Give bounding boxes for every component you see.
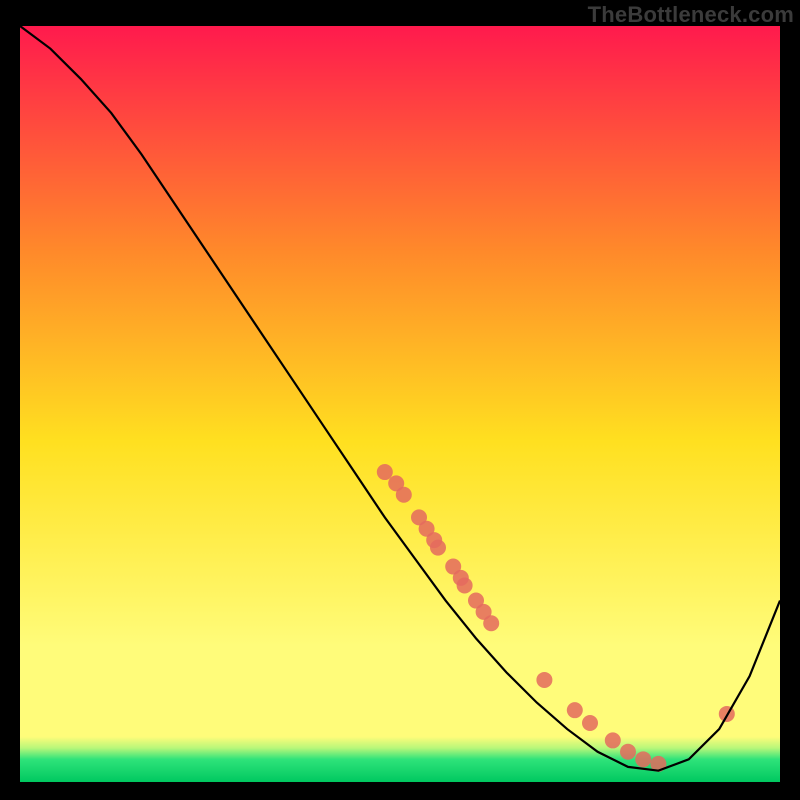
scatter-point (605, 732, 621, 748)
scatter-point (536, 672, 552, 688)
scatter-point (483, 615, 499, 631)
gradient-background (20, 26, 780, 782)
scatter-point (567, 702, 583, 718)
scatter-point (635, 751, 651, 767)
chart-svg (20, 26, 780, 782)
scatter-point (430, 540, 446, 556)
watermark-text: TheBottleneck.com (588, 2, 794, 28)
scatter-point (620, 744, 636, 760)
chart-container: TheBottleneck.com (0, 0, 800, 800)
scatter-point (396, 487, 412, 503)
scatter-point (457, 577, 473, 593)
scatter-point (582, 715, 598, 731)
scatter-point (377, 464, 393, 480)
plot-area (20, 26, 780, 782)
